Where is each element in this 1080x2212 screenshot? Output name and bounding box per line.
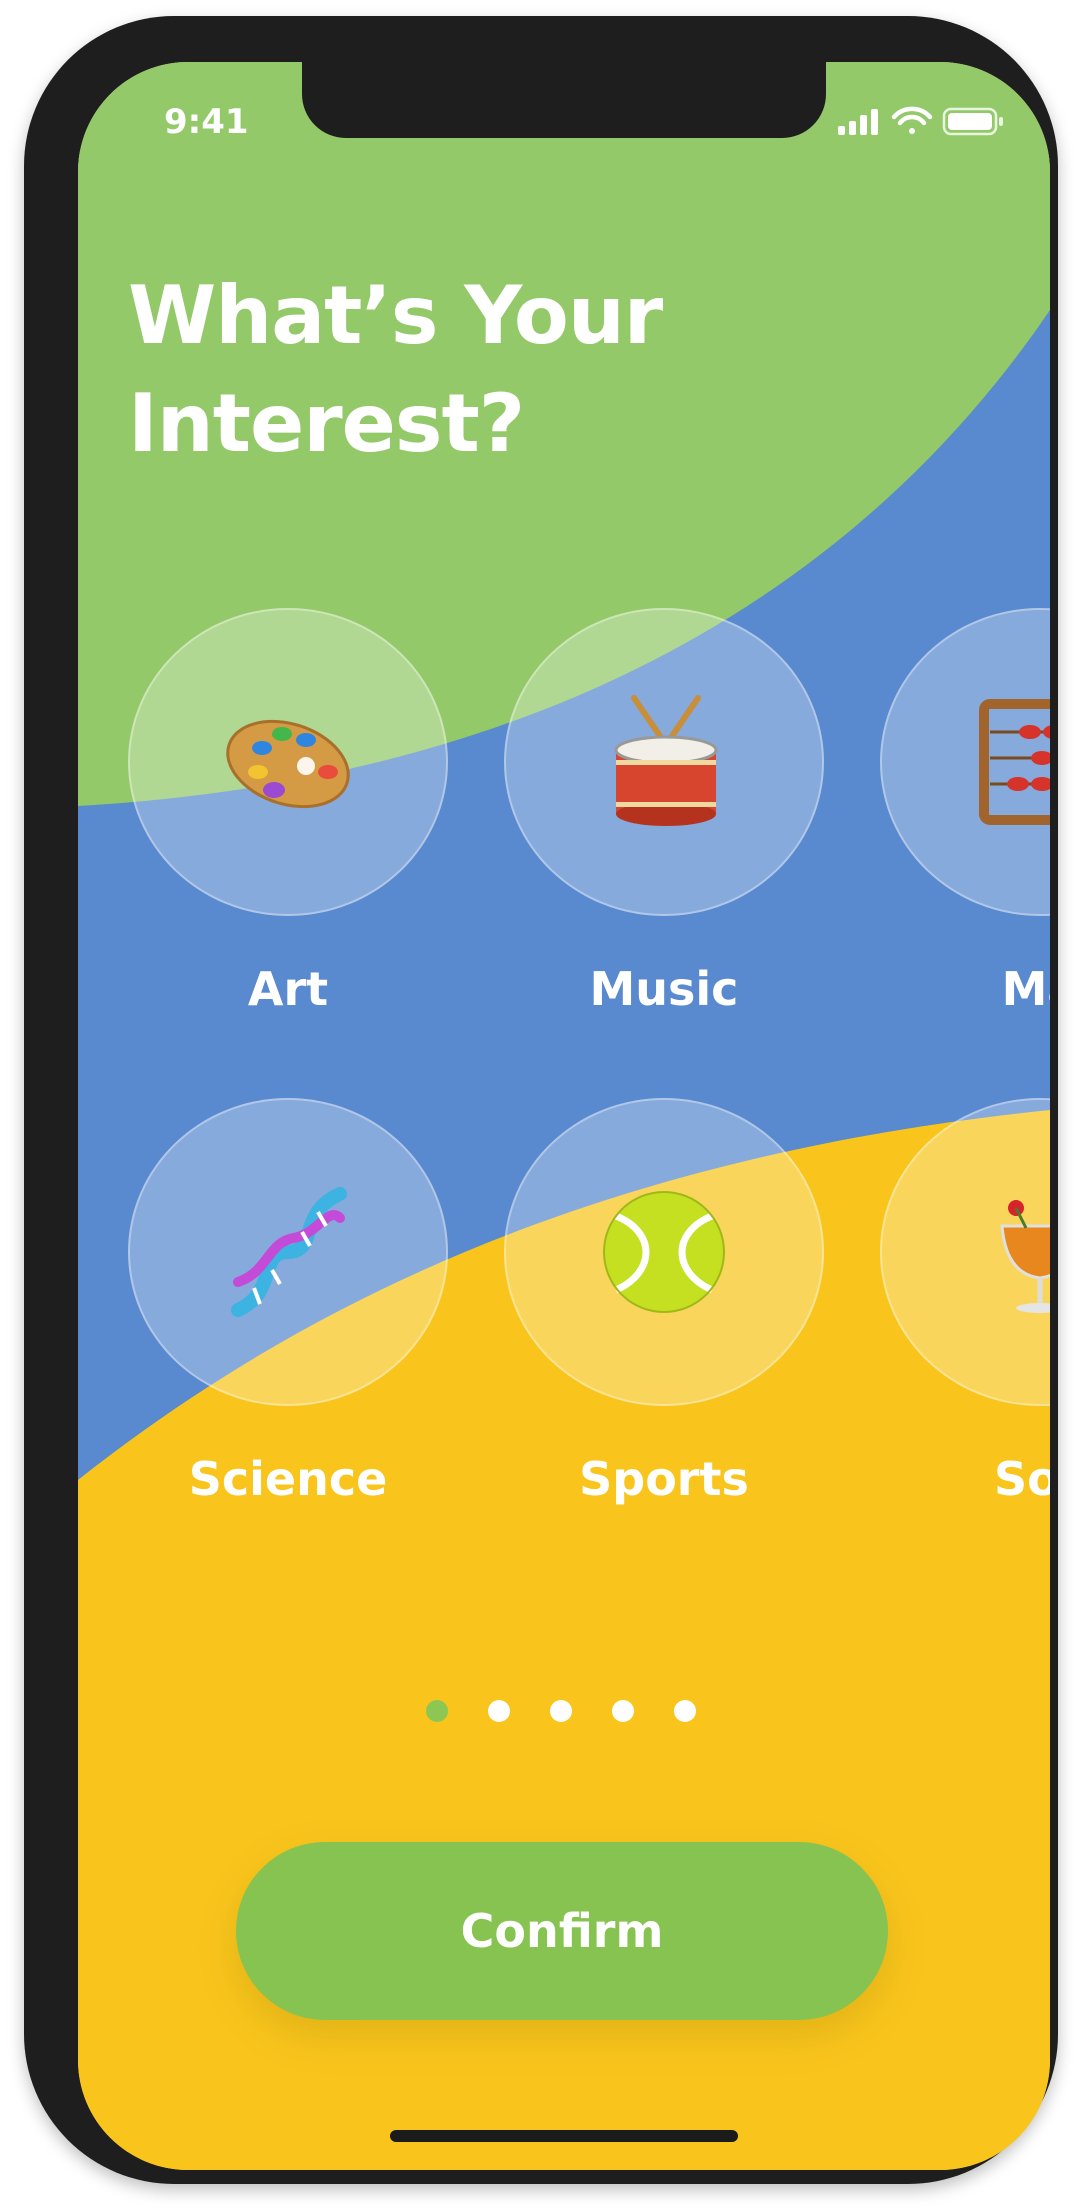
- interest-label: Art: [247, 962, 329, 1016]
- interest-sports[interactable]: [504, 1098, 824, 1406]
- wifi-icon: [891, 106, 933, 134]
- page-indicator: [426, 1700, 696, 1722]
- camera-notch: [302, 62, 826, 138]
- home-indicator: [390, 2130, 738, 2142]
- interest-label: Science: [188, 1452, 388, 1506]
- interest-label: Soc: [994, 1452, 1050, 1506]
- page-dot-3[interactable]: [550, 1700, 572, 1722]
- interest-label: Sports: [579, 1452, 749, 1506]
- interest-label: Music: [589, 962, 739, 1016]
- abacus-icon: [979, 699, 1050, 825]
- interest-art[interactable]: [128, 608, 448, 916]
- interest-label: Ma: [1001, 962, 1050, 1016]
- page-dot-4[interactable]: [612, 1700, 634, 1722]
- status-time: 9:41: [164, 102, 249, 142]
- palette-icon: [226, 719, 350, 809]
- page-title: What’s Your Interest?: [128, 262, 848, 478]
- page-dot-5[interactable]: [674, 1700, 696, 1722]
- app-screen: 9:41 What’s Your Interest? Art Music M S…: [78, 62, 1050, 2170]
- signal-icon: [838, 109, 878, 135]
- battery-icon: [942, 107, 1003, 136]
- interest-music[interactable]: [504, 608, 824, 916]
- dna-icon: [231, 1187, 347, 1317]
- interest-science[interactable]: [128, 1098, 448, 1406]
- drum-icon: [614, 695, 718, 826]
- confirm-button[interactable]: Confirm: [236, 1842, 888, 2020]
- title-line-1: What’s Your: [128, 269, 663, 362]
- page-dot-1[interactable]: [426, 1700, 448, 1722]
- title-line-2: Interest?: [128, 377, 525, 470]
- status-icons: [838, 106, 1006, 136]
- page-dot-2[interactable]: [488, 1700, 510, 1722]
- cocktail-icon: [1000, 1200, 1050, 1313]
- phone-frame: 9:41 What’s Your Interest? Art Music M S…: [24, 16, 1058, 2184]
- tennis-ball-icon: [603, 1191, 725, 1313]
